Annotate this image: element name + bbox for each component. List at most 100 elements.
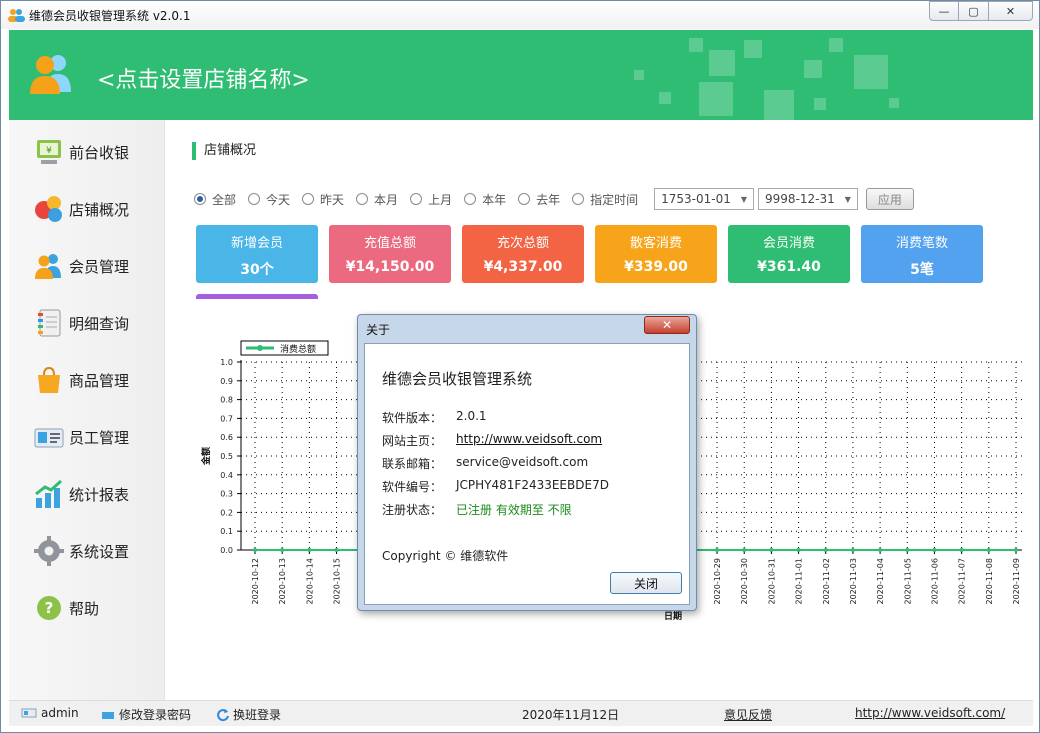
dialog-close-button[interactable]: 关闭: [610, 572, 682, 594]
stat-card-count-recharge-total[interactable]: 充次总额 ¥4,337.00: [462, 225, 584, 283]
x-tick-label: 2020-10-14: [305, 558, 314, 605]
x-tick-label: 2020-11-02: [822, 558, 831, 605]
filter-radio-this-year[interactable]: 本年: [464, 191, 506, 208]
data-point: [796, 548, 801, 552]
radio-dot: [410, 193, 423, 205]
decor-square: [804, 60, 822, 78]
x-tick-label: 2020-10-13: [278, 558, 287, 605]
info-key: 软件版本：: [382, 411, 443, 425]
stat-card-member-spending[interactable]: 会员消费 ¥361.40: [728, 225, 850, 283]
filter-radio-last-month[interactable]: 上月: [410, 191, 452, 208]
info-value: JCPHY481F2433EEBDE7D: [456, 478, 609, 492]
info-row-registration: 注册状态： 已注册 有效期至 不限: [382, 501, 572, 518]
sidebar-item-reports[interactable]: 统计报表: [9, 474, 165, 514]
y-tick-label: 0.4: [220, 471, 233, 480]
decor-square: [829, 38, 843, 52]
shift-login-link[interactable]: 换班登录: [216, 706, 281, 723]
start-date-value: 1753-01-01: [661, 192, 731, 206]
decor-square: [689, 38, 703, 52]
info-key: 软件编号：: [382, 480, 443, 494]
radio-dot: [248, 193, 261, 205]
data-point: [307, 548, 312, 552]
change-password-link[interactable]: 修改登录密码: [101, 706, 191, 723]
filter-radio-today[interactable]: 今天: [248, 191, 290, 208]
stat-card-title: 充值总额: [363, 236, 416, 251]
filter-radio-last-year[interactable]: 去年: [518, 191, 560, 208]
stat-card-transaction-count[interactable]: 消费笔数 5笔: [861, 225, 983, 283]
data-point: [1014, 548, 1018, 552]
x-tick-label: 2020-10-29: [713, 558, 722, 605]
app-window: 维德会员收银管理系统 v2.0.1 — ▢ ✕ <点击设置店铺名称> ¥ 前台收…: [0, 0, 1040, 733]
stat-card-value: ¥14,150.00: [345, 259, 435, 275]
close-window-button[interactable]: ✕: [989, 1, 1033, 21]
stat-card-new-members[interactable]: 新增会员 30个: [196, 225, 318, 283]
sidebar-item-employees[interactable]: 员工管理: [9, 417, 165, 457]
dialog-app-name: 维德会员收银管理系统: [382, 370, 533, 388]
filter-radio-custom[interactable]: 指定时间: [572, 191, 638, 208]
shop-name-link[interactable]: <点击设置店铺名称>: [97, 62, 310, 94]
filter-radio-this-month[interactable]: 本月: [356, 191, 398, 208]
dialog-title: 关于: [366, 323, 391, 337]
radio-label: 指定时间: [590, 192, 639, 207]
sidebar-item-store-overview[interactable]: 店铺概况: [9, 189, 165, 229]
decor-square: [659, 92, 671, 104]
decor-square: [889, 98, 899, 108]
dialog-body: 维德会员收银管理系统 软件版本： 2.0.1 网站主页： http://www.…: [364, 343, 690, 605]
decor-square: [709, 50, 735, 76]
website-link[interactable]: http://www.veidsoft.com/: [855, 706, 1005, 720]
stat-card-title: 充次总额: [496, 236, 549, 251]
radio-label: 本月: [374, 192, 399, 207]
sidebar-item-details[interactable]: 明细查询: [9, 303, 165, 343]
stat-card-walkin-spending[interactable]: 散客消费 ¥339.00: [595, 225, 717, 283]
radio-label: 上月: [428, 192, 453, 207]
x-tick-label: 2020-11-01: [795, 558, 804, 605]
sidebar-item-help[interactable]: ? 帮助: [9, 588, 165, 628]
user-name: admin: [41, 706, 79, 720]
radio-dot: [572, 193, 585, 205]
sidebar-item-settings[interactable]: 系统设置: [9, 531, 165, 571]
stat-card-title: 会员消费: [762, 236, 815, 251]
filter-radio-yesterday[interactable]: 昨天: [302, 191, 344, 208]
data-point: [959, 548, 964, 552]
dialog-close-icon[interactable]: ✕: [644, 316, 690, 334]
homepage-link[interactable]: http://www.veidsoft.com: [456, 432, 602, 449]
feedback-link[interactable]: 意见反馈: [724, 706, 772, 723]
gear-icon: [34, 536, 64, 566]
sidebar-item-label: 统计报表: [69, 485, 130, 504]
page-title: 店铺概况: [192, 142, 256, 160]
registration-status: 已注册 有效期至 不限: [456, 503, 572, 517]
x-tick-label: 2020-11-04: [876, 558, 885, 605]
sidebar-item-products[interactable]: 商品管理: [9, 360, 165, 400]
sidebar-item-label: 系统设置: [69, 542, 130, 561]
stat-card-recharge-total[interactable]: 充值总额 ¥14,150.00: [329, 225, 451, 283]
data-point: [715, 548, 720, 552]
sidebar-item-cashier[interactable]: ¥ 前台收银: [9, 132, 165, 172]
y-tick-label: 0.3: [220, 490, 233, 499]
minimize-button[interactable]: —: [929, 1, 959, 21]
x-tick-label: 2020-11-07: [958, 558, 967, 605]
data-point: [253, 548, 257, 552]
info-key: 网站主页：: [382, 434, 443, 448]
data-point: [823, 548, 828, 552]
apply-button[interactable]: 应用: [865, 188, 914, 210]
data-point: [742, 548, 747, 552]
radio-dot: [356, 193, 369, 205]
radio-dot: [464, 193, 477, 205]
data-point: [850, 548, 855, 552]
maximize-button[interactable]: ▢: [959, 1, 989, 21]
sidebar-item-label: 帮助: [69, 599, 100, 618]
radio-dot: [518, 193, 531, 205]
status-bar: admin 修改登录密码 换班登录 2020年11月12日 意见反馈 http:…: [9, 700, 1033, 726]
sidebar-item-members[interactable]: 会员管理: [9, 246, 165, 286]
copyright-text: Copyright © 维德软件: [382, 549, 509, 563]
filter-radio-all[interactable]: 全部: [194, 191, 236, 208]
employee-card-icon: [34, 428, 64, 448]
start-date-picker[interactable]: 1753-01-01 ▼: [654, 188, 755, 210]
members-icon: [35, 254, 61, 279]
window-title: 维德会员收银管理系统 v2.0.1: [29, 9, 191, 23]
end-date-picker[interactable]: 9998-12-31 ▼: [758, 188, 858, 210]
x-tick-label: 2020-11-03: [849, 558, 858, 605]
y-tick-label: 0.9: [220, 377, 233, 386]
stat-card-title: 散客消费: [629, 236, 682, 251]
members-logo-icon: [30, 55, 71, 94]
